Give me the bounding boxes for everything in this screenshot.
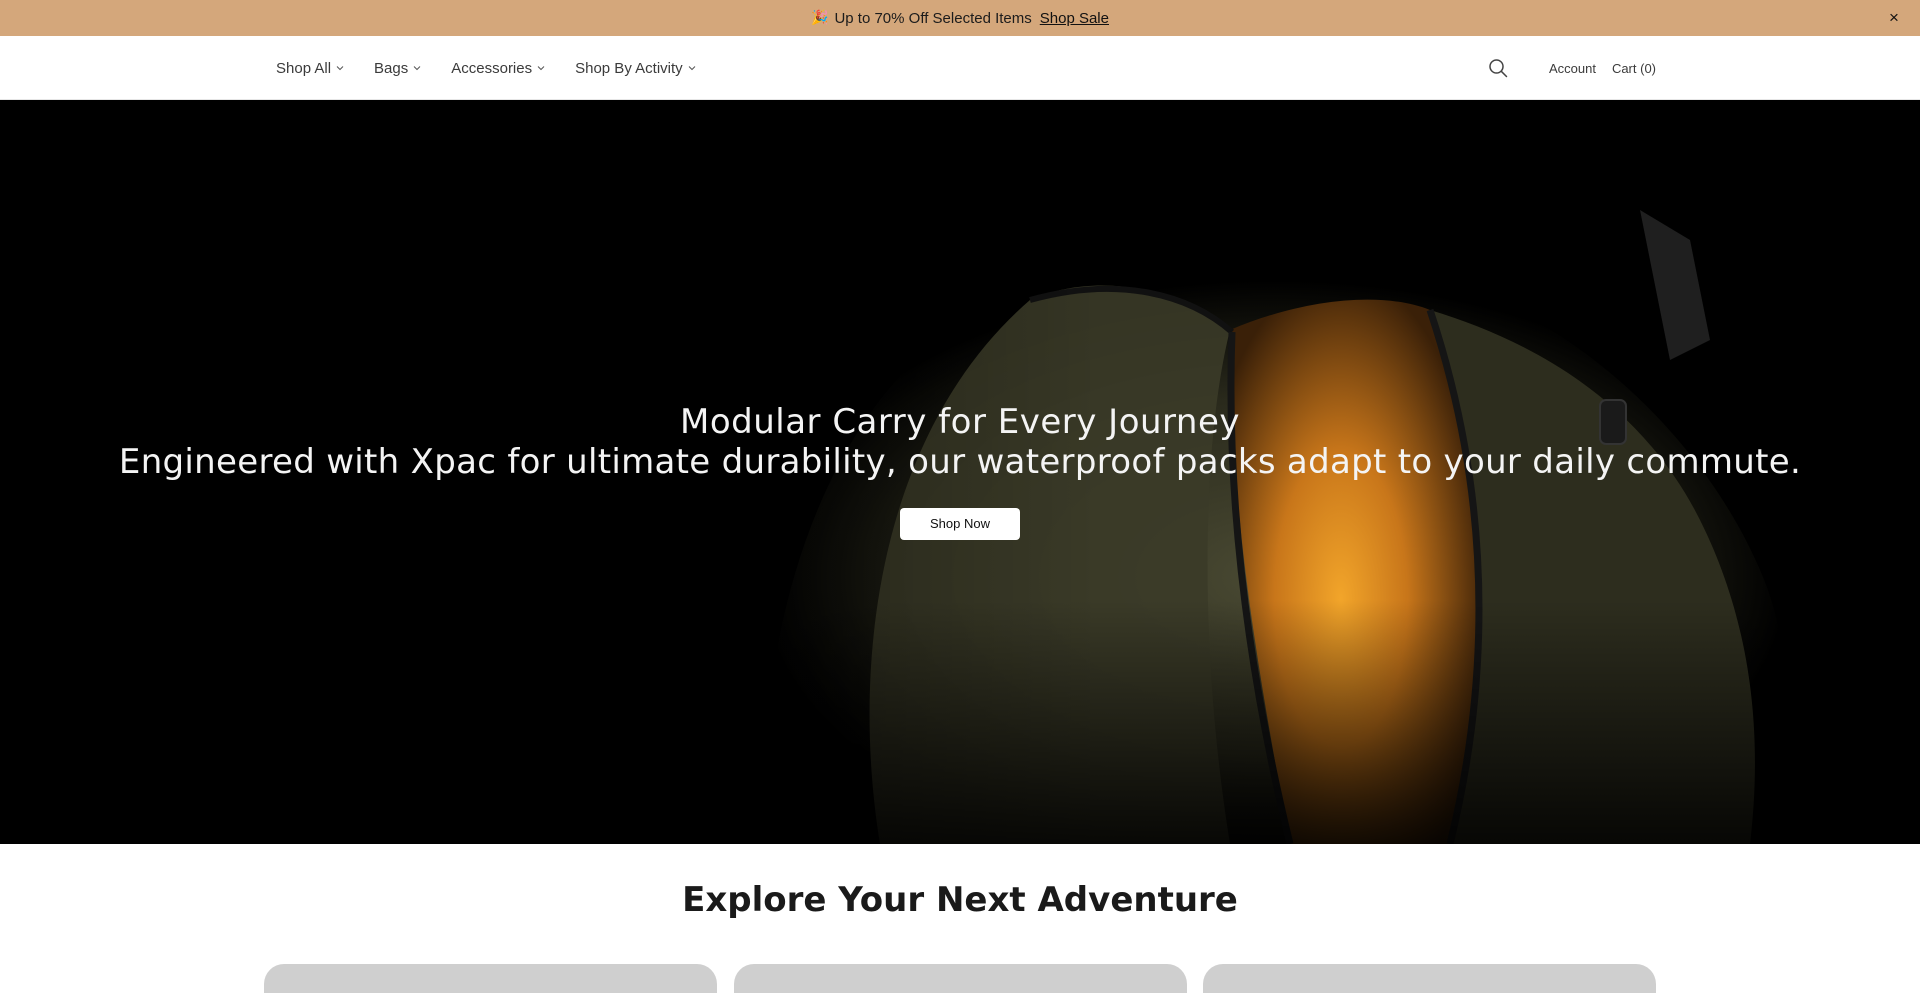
- hero-content: Modular Carry for Every Journey Engineer…: [0, 402, 1920, 540]
- announcement-text: Up to 70% Off Selected Items: [834, 9, 1032, 27]
- chevron-down-icon: [537, 66, 545, 71]
- nav-item-shop-all[interactable]: Shop All: [276, 60, 345, 77]
- header-actions: Account Cart (0): [1487, 36, 1656, 100]
- nav-item-label: Bags: [374, 59, 409, 77]
- site-header: Shop All Bags Accessories Shop By Activi…: [0, 36, 1920, 100]
- hero-subtitle: Engineered with Xpac for ultimate durabi…: [118, 442, 1802, 482]
- nav-item-accessories[interactable]: Accessories: [451, 60, 546, 77]
- adventure-card[interactable]: [1203, 964, 1656, 993]
- party-icon: 🎉: [811, 10, 829, 26]
- announcement-bar: 🎉 Up to 70% Off Selected Items Shop Sale…: [0, 0, 1920, 36]
- adventure-card[interactable]: [264, 964, 717, 993]
- section-title: Explore Your Next Adventure: [682, 880, 1238, 920]
- shop-now-button[interactable]: Shop Now: [900, 508, 1020, 540]
- account-link[interactable]: Account: [1549, 61, 1596, 76]
- nav-item-shop-by-activity[interactable]: Shop By Activity: [575, 60, 697, 77]
- chevron-down-icon: [413, 66, 421, 71]
- nav-item-label: Shop All: [276, 59, 332, 77]
- hero-banner: Modular Carry for Every Journey Engineer…: [0, 100, 1920, 844]
- shop-sale-link[interactable]: Shop Sale: [1040, 10, 1109, 27]
- search-icon[interactable]: [1487, 57, 1509, 79]
- close-icon[interactable]: ×: [1884, 8, 1904, 28]
- nav-item-bags[interactable]: Bags: [374, 60, 422, 77]
- adventure-card[interactable]: [733, 964, 1187, 993]
- hero-title: Modular Carry for Every Journey: [679, 402, 1241, 442]
- main-nav: Shop All Bags Accessories Shop By Activi…: [276, 36, 726, 100]
- chevron-down-icon: [336, 66, 344, 71]
- nav-item-label: Accessories: [451, 59, 533, 77]
- chevron-down-icon: [688, 66, 696, 71]
- nav-item-label: Shop By Activity: [575, 59, 683, 77]
- cart-link[interactable]: Cart (0): [1612, 61, 1656, 76]
- adventure-cards: [264, 964, 1656, 993]
